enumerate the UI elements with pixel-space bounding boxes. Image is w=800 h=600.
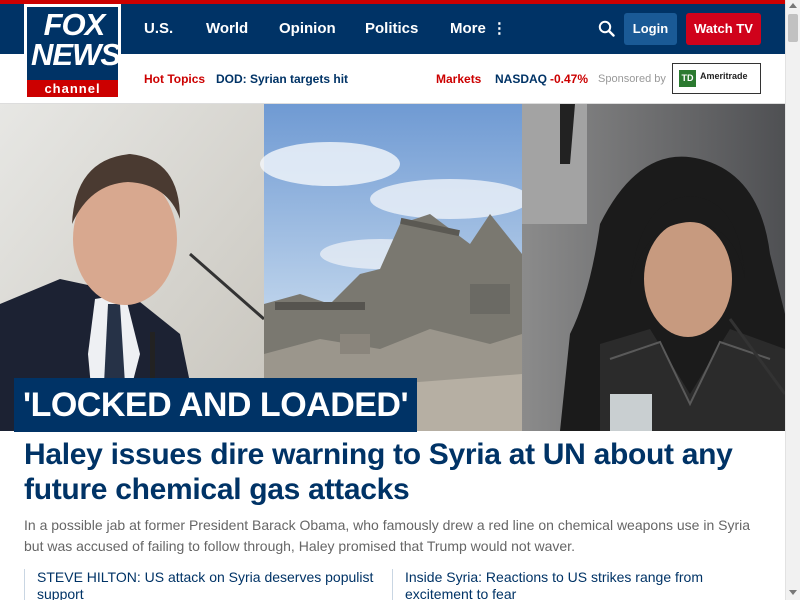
related-article-1[interactable]: STEVE HILTON: US attack on Syria deserve… bbox=[24, 569, 384, 600]
search-icon[interactable] bbox=[598, 20, 615, 37]
logo-channel-text: channel bbox=[27, 80, 118, 97]
td-logo-mark: TD bbox=[679, 70, 696, 87]
right-photo-panel bbox=[522, 104, 785, 431]
scroll-down-arrow-icon[interactable] bbox=[789, 590, 797, 595]
vertical-dots-icon: ⋮ bbox=[491, 20, 507, 37]
login-button[interactable]: Login bbox=[624, 13, 677, 45]
watch-tv-button[interactable]: Watch TV bbox=[686, 13, 761, 45]
article-summary: In a possible jab at former President Ba… bbox=[24, 517, 751, 554]
hero-label-text: 'LOCKED AND LOADED' bbox=[23, 386, 409, 424]
hot-topics-label: Hot Topics bbox=[144, 72, 206, 86]
sponsor-name: Ameritrade bbox=[700, 71, 748, 81]
hero-label[interactable]: 'LOCKED AND LOADED' bbox=[14, 378, 418, 432]
vertical-scrollbar[interactable] bbox=[785, 0, 800, 600]
nav-item-opinion[interactable]: Opinion bbox=[279, 4, 336, 54]
fox-news-logo[interactable]: FOX NEWS channel bbox=[24, 4, 121, 100]
nasdaq-change: -0.47% bbox=[550, 72, 589, 86]
logo-news-text: NEWS bbox=[31, 37, 120, 72]
markets-link[interactable]: Markets bbox=[436, 54, 481, 104]
nav-item-us[interactable]: U.S. bbox=[144, 4, 173, 54]
hot-topic-link[interactable]: DOD: Syrian targets hit bbox=[216, 54, 348, 104]
nav-item-more[interactable]: More ⋮ bbox=[450, 4, 507, 54]
logo-fox-text: FOX bbox=[43, 7, 106, 42]
nasdaq-label[interactable]: NASDAQ bbox=[495, 54, 547, 104]
nav-item-politics[interactable]: Politics bbox=[365, 4, 418, 54]
related-article-2[interactable]: Inside Syria: Reactions to US strikes ra… bbox=[392, 569, 752, 600]
nav-item-world[interactable]: World bbox=[206, 4, 248, 54]
scroll-up-arrow-icon[interactable] bbox=[789, 3, 797, 8]
nav-item-more-label: More bbox=[450, 20, 486, 37]
sponsored-by-label: Sponsored by bbox=[598, 73, 666, 85]
article-headline[interactable]: Haley issues dire warning to Syria at UN… bbox=[24, 437, 744, 507]
sponsor-badge[interactable]: TD Ameritrade bbox=[672, 63, 761, 94]
scroll-thumb[interactable] bbox=[788, 14, 798, 42]
